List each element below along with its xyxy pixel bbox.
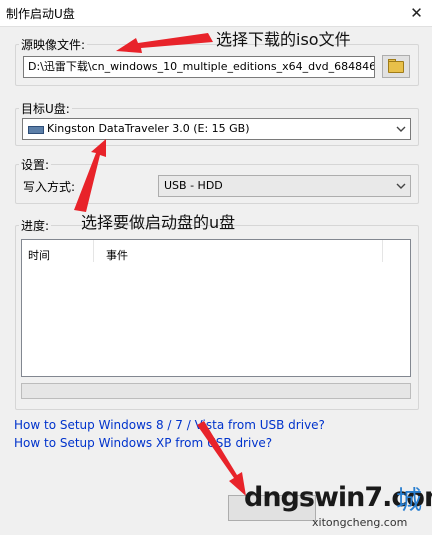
write-mode-label: 写入方式: bbox=[23, 180, 76, 194]
browse-button[interactable] bbox=[382, 55, 410, 78]
settings-label: 设置: bbox=[19, 156, 52, 173]
progress-bar bbox=[21, 383, 411, 399]
watermark-cn: 城 bbox=[396, 486, 423, 516]
source-label: 源映像文件: bbox=[19, 36, 88, 53]
target-label: 目标U盘: bbox=[19, 100, 72, 117]
link-setup-winxp[interactable]: How to Setup Windows XP from USB drive? bbox=[14, 436, 272, 450]
column-header-event[interactable]: 事件 bbox=[106, 247, 128, 263]
usb-drive-icon bbox=[28, 126, 44, 134]
progress-label: 进度: bbox=[19, 217, 52, 234]
write-mode-value: USB - HDD bbox=[164, 179, 223, 192]
write-mode-select[interactable]: USB - HDD bbox=[158, 175, 411, 197]
column-header-time[interactable]: 时间 bbox=[28, 247, 50, 263]
annotation-usb-hint: 选择要做启动盘的u盘 bbox=[81, 213, 236, 232]
annotation-iso-hint: 选择下载的iso文件 bbox=[216, 30, 351, 49]
folder-icon bbox=[388, 61, 404, 73]
chevron-down-icon bbox=[396, 183, 406, 189]
chevron-down-icon bbox=[396, 126, 406, 132]
column-divider bbox=[382, 240, 383, 262]
close-button[interactable]: ✕ bbox=[401, 0, 432, 26]
column-divider bbox=[93, 240, 94, 262]
event-log-list[interactable]: 时间 事件 bbox=[21, 239, 411, 377]
close-icon: ✕ bbox=[410, 4, 423, 22]
window-title: 制作启动U盘 bbox=[6, 7, 75, 21]
link-setup-win8-7-vista[interactable]: How to Setup Windows 8 / 7 / Vista from … bbox=[14, 418, 325, 432]
watermark-sub: xitongcheng.com bbox=[312, 516, 408, 529]
target-drive-value: Kingston DataTraveler 3.0 (E: 15 GB) bbox=[47, 122, 250, 135]
target-drive-select[interactable]: Kingston DataTraveler 3.0 (E: 15 GB) bbox=[22, 118, 411, 140]
source-path-field[interactable]: D:\迅雷下载\cn_windows_10_multiple_editions_… bbox=[23, 56, 375, 78]
